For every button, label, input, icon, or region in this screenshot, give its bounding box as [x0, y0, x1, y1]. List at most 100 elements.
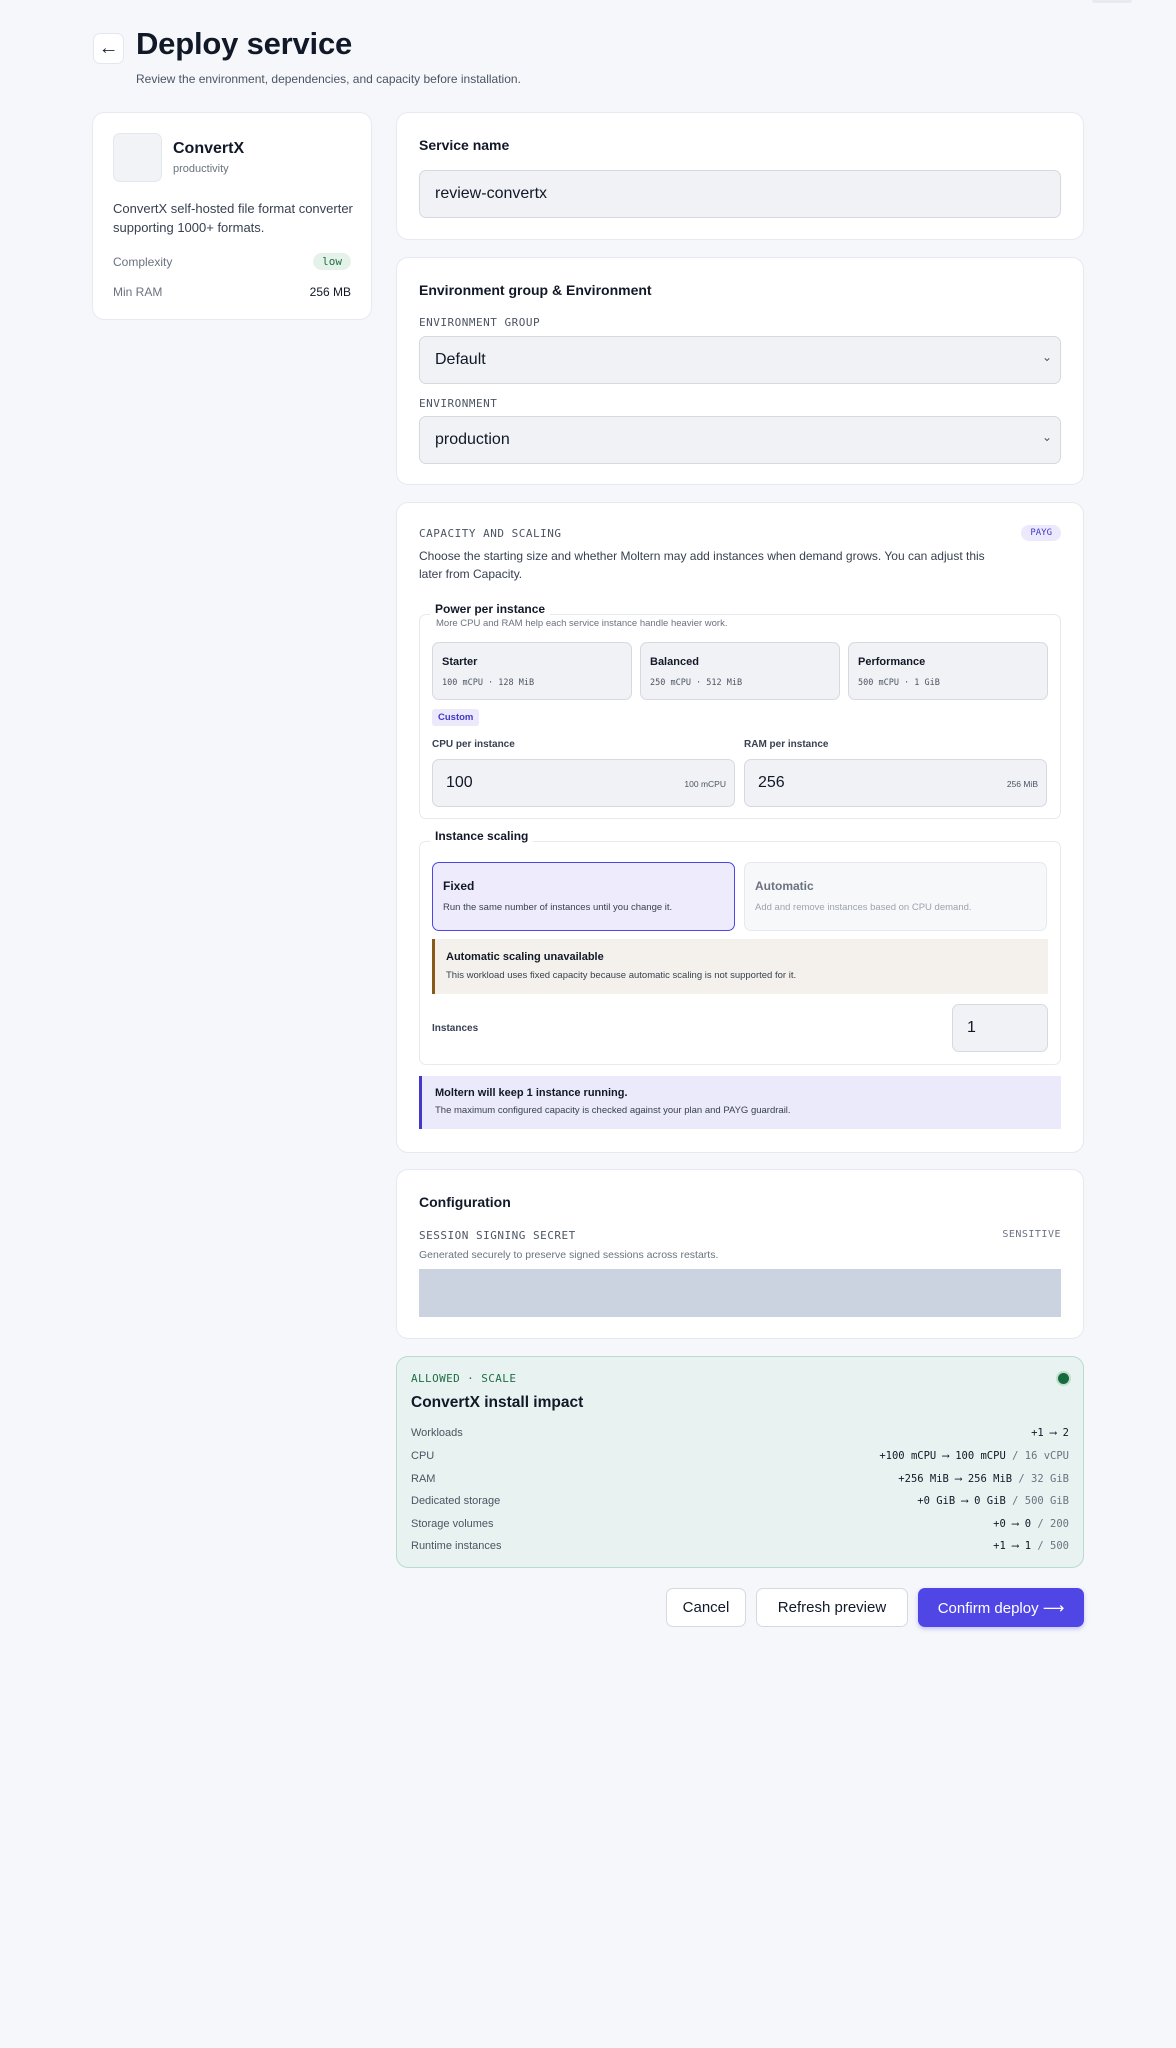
app-category: productivity [173, 163, 229, 175]
secret-value-field[interactable] [419, 1269, 1061, 1317]
impact-label: Dedicated storage [411, 1495, 501, 1507]
cpu-unit: 100 mCPU [684, 779, 726, 789]
service-name-title: Service name [419, 137, 510, 153]
chevron-down-icon: ⌄ [1041, 350, 1052, 364]
impact-value: +1 ⟶ 1 / 500 [993, 1540, 1069, 1552]
impact-label: CPU [411, 1450, 435, 1462]
ram-unit: 256 MiB [1006, 779, 1038, 789]
cpu-value: 100 [446, 774, 473, 791]
environment-card: Environment group & Environment ENVIRONM… [396, 257, 1084, 485]
impact-label: Storage volumes [411, 1518, 494, 1530]
impact-limit: / 200 [1031, 1518, 1069, 1530]
cancel-button[interactable]: Cancel [666, 1588, 746, 1627]
tier-name: Starter [442, 656, 478, 668]
capacity-label: CAPACITY AND SCALING [419, 527, 562, 540]
refresh-preview-button[interactable]: Refresh preview [756, 1588, 908, 1627]
instances-input[interactable]: 1 [952, 1004, 1048, 1052]
environment-select[interactable]: production ⌄ [419, 416, 1061, 464]
impact-value: +1 ⟶ 2 [1031, 1427, 1069, 1439]
service-name-input[interactable]: review-convertx [419, 170, 1061, 218]
capacity-description: Choose the starting size and whether Mol… [419, 549, 985, 581]
warning-title: Automatic scaling unavailable [446, 951, 604, 963]
power-legend: Power per instance [430, 602, 551, 616]
complexity-row: Complexity low [113, 253, 351, 270]
environment-group-value: Default [435, 351, 486, 368]
tier-balanced[interactable]: Balanced 250 mCPU · 512 MiB [640, 642, 840, 700]
environment-group-label: ENVIRONMENT GROUP [419, 316, 541, 329]
min-ram-value: 256 MB [309, 285, 351, 299]
impact-change: +100 mCPU ⟶ 100 mCPU [879, 1450, 1006, 1462]
scaling-fieldset: Instance scaling Fixed Run the same numb… [419, 829, 1061, 1065]
instances-label: Instances [432, 1023, 479, 1034]
warning-desc: This workload uses fixed capacity becaus… [446, 970, 797, 981]
impact-change: +1 ⟶ 1 [993, 1540, 1032, 1552]
scaling-option-desc: Run the same number of instances until y… [443, 902, 673, 913]
page-title: Deploy service [136, 26, 353, 61]
info-title: Moltern will keep 1 instance running. [435, 1087, 628, 1099]
info-desc: The maximum configured capacity is check… [435, 1105, 791, 1116]
scaling-fixed-option[interactable]: Fixed Run the same number of instances u… [432, 862, 735, 931]
app-description: ConvertX self-hosted file format convert… [113, 201, 353, 235]
instances-value: 1 [967, 1019, 976, 1036]
impact-value: +0 GiB ⟶ 0 GiB / 500 GiB [917, 1495, 1069, 1507]
impact-label: Workloads [411, 1427, 463, 1439]
scaling-option-title: Fixed [443, 879, 475, 893]
install-impact-card: ALLOWED · SCALE ConvertX install impact … [396, 1356, 1084, 1568]
impact-row: RAM +256 MiB ⟶ 256 MiB / 32 GiB [411, 1471, 1069, 1487]
confirm-deploy-button[interactable]: Confirm deploy ⟶ [918, 1588, 1084, 1627]
environment-label: ENVIRONMENT [419, 397, 498, 410]
capacity-card: CAPACITY AND SCALING PAYG Choose the sta… [396, 502, 1084, 1153]
configuration-title: Configuration [419, 1194, 511, 1210]
tier-name: Performance [858, 656, 926, 668]
impact-change: +0 ⟶ 0 [993, 1518, 1032, 1530]
cpu-input[interactable]: 100 100 mCPU [432, 759, 735, 807]
environment-value: production [435, 431, 510, 448]
impact-change: +256 MiB ⟶ 256 MiB [898, 1473, 1013, 1485]
impact-row: Dedicated storage +0 GiB ⟶ 0 GiB / 500 G… [411, 1493, 1069, 1509]
configuration-card: Configuration SESSION SIGNING SECRET SEN… [396, 1169, 1084, 1339]
impact-limit: / 500 GiB [1005, 1495, 1069, 1507]
tier-spec: 500 mCPU · 1 GiB [858, 678, 940, 688]
app-summary-card: ConvertX productivity ConvertX self-host… [92, 112, 372, 320]
tier-starter[interactable]: Starter 100 mCPU · 128 MiB [432, 642, 632, 700]
power-subtitle: More CPU and RAM help each service insta… [436, 618, 728, 629]
impact-row: Runtime instances +1 ⟶ 1 / 500 [411, 1538, 1069, 1554]
capacity-info: Moltern will keep 1 instance running. Th… [419, 1076, 1061, 1129]
power-fieldset: Power per instance More CPU and RAM help… [419, 602, 1061, 819]
page-subtitle: Review the environment, dependencies, an… [136, 72, 521, 86]
impact-change: +1 ⟶ 2 [1031, 1427, 1069, 1439]
payg-badge: PAYG [1021, 525, 1061, 541]
scaling-option-desc: Add and remove instances based on CPU de… [755, 902, 972, 913]
environment-group-select[interactable]: Default ⌄ [419, 336, 1061, 384]
impact-row: Storage volumes +0 ⟶ 0 / 200 [411, 1516, 1069, 1532]
tier-spec: 250 mCPU · 512 MiB [650, 678, 743, 688]
impact-limit: / 16 vCPU [1005, 1450, 1069, 1462]
impact-row: CPU +100 mCPU ⟶ 100 mCPU / 16 vCPU [411, 1448, 1069, 1464]
impact-value: +0 ⟶ 0 / 200 [993, 1518, 1069, 1530]
impact-label: Runtime instances [411, 1540, 502, 1552]
secret-description: Generated securely to preserve signed se… [419, 1249, 719, 1261]
ram-input[interactable]: 256 256 MiB [744, 759, 1047, 807]
tier-performance[interactable]: Performance 500 mCPU · 1 GiB [848, 642, 1048, 700]
back-button[interactable]: ← [93, 33, 124, 64]
min-ram-label: Min RAM [113, 285, 163, 299]
environment-title: Environment group & Environment [419, 282, 652, 298]
min-ram-row: Min RAM 256 MB [113, 285, 351, 299]
impact-status: ALLOWED · SCALE [411, 1372, 517, 1385]
sensitive-tag: SENSITIVE [1002, 1229, 1061, 1240]
scaling-warning: Automatic scaling unavailable This workl… [432, 939, 1048, 994]
app-name: ConvertX [173, 140, 245, 157]
custom-tag: Custom [432, 709, 480, 726]
complexity-label: Complexity [113, 254, 173, 269]
impact-title: ConvertX install impact [411, 1394, 584, 1411]
app-icon [113, 133, 162, 182]
scaling-automatic-option[interactable]: Automatic Add and remove instances based… [744, 862, 1047, 931]
complexity-badge: low [313, 253, 351, 270]
tier-name: Balanced [650, 656, 699, 668]
arrow-left-icon: ← [98, 37, 119, 59]
ram-label: RAM per instance [744, 739, 829, 750]
top-edge-tab [1092, 0, 1132, 3]
impact-change: +0 GiB ⟶ 0 GiB [917, 1495, 1006, 1507]
chevron-down-icon: ⌄ [1041, 430, 1052, 444]
scaling-option-title: Automatic [755, 879, 814, 893]
